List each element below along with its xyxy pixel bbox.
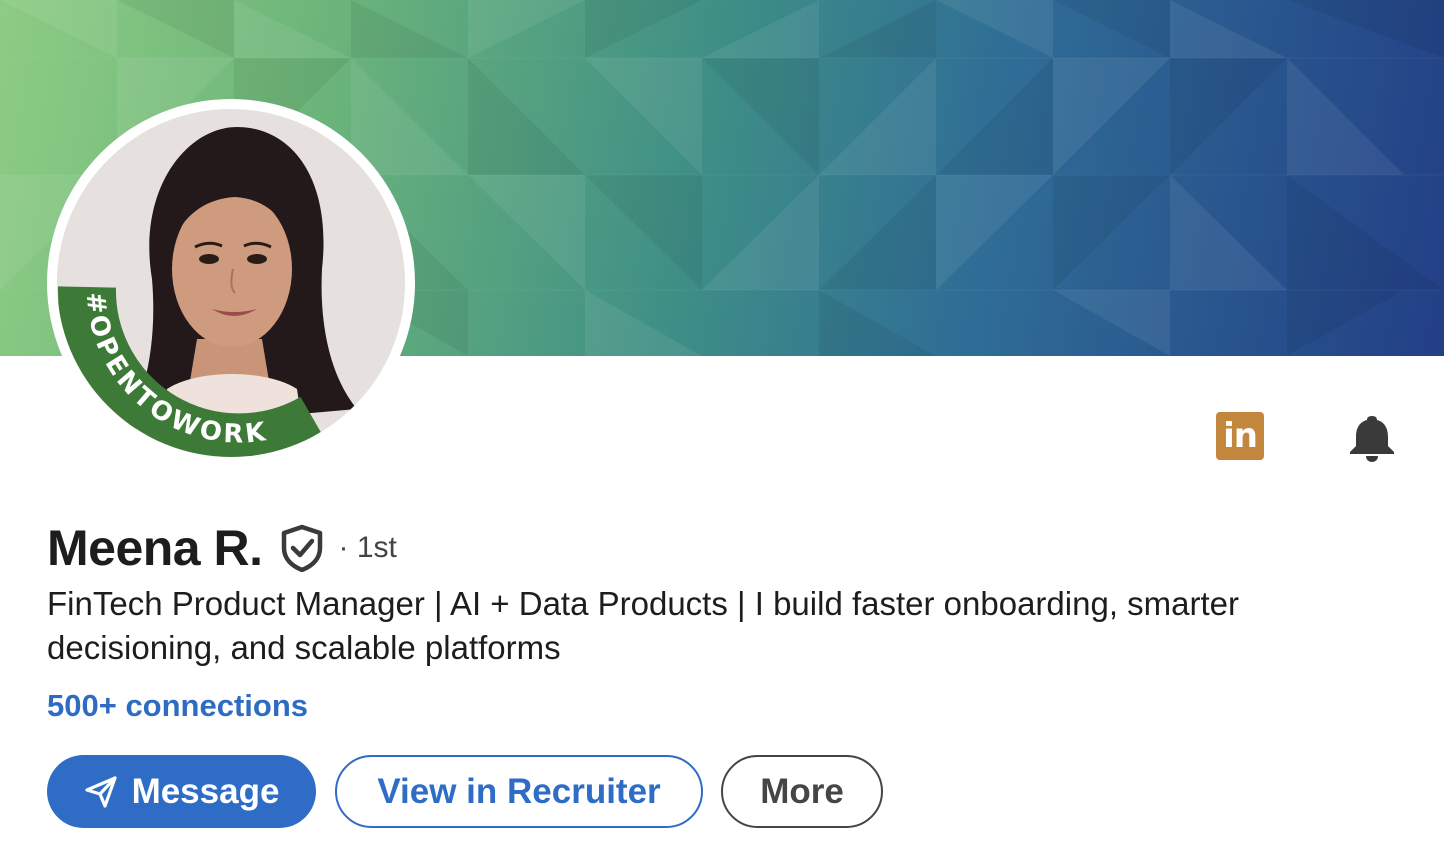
profile-name: Meena R. [47,520,263,576]
send-icon [84,775,117,808]
more-button-label: More [760,771,844,811]
bell-icon[interactable] [1346,412,1398,464]
verified-shield-icon[interactable] [279,524,325,572]
linkedin-icon[interactable]: in [1216,412,1264,460]
more-button[interactable]: More [721,755,883,828]
connections-link[interactable]: 500+ connections [47,688,308,724]
view-in-recruiter-button[interactable]: View in Recruiter [335,755,703,828]
name-row: Meena R. · 1st [47,518,397,578]
linkedin-icon-glyph: in [1223,416,1258,456]
message-button-label: Message [131,771,280,811]
avatar[interactable]: #OPENTOWORK [57,109,405,457]
connection-degree: · 1st [338,531,397,564]
profile-headline: FinTech Product Manager | AI + Data Prod… [47,585,1239,666]
view-in-recruiter-label: View in Recruiter [377,771,661,811]
avatar-photo: #OPENTOWORK [57,109,405,457]
message-button[interactable]: Message [47,755,316,828]
